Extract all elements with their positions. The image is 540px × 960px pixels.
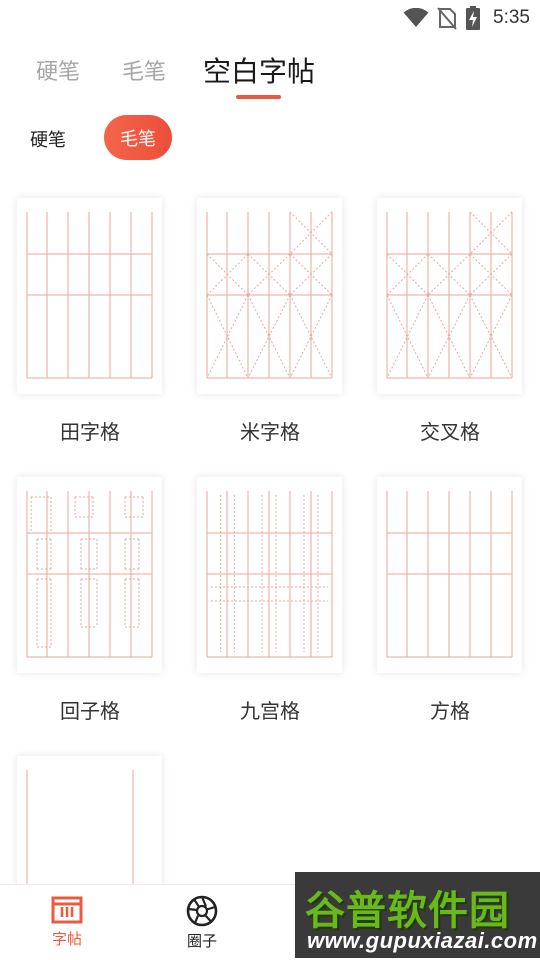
pen-type-filter: 硬笔 毛笔 (0, 115, 540, 161)
top-tabs: 硬笔 毛笔 空白字帖 (0, 48, 540, 104)
battery-charging-icon (466, 6, 481, 30)
grid-preview (206, 211, 333, 379)
grid-card-label: 米字格 (240, 420, 300, 444)
nav-copybook[interactable]: 字帖 (37, 895, 97, 949)
wifi-icon (403, 8, 429, 27)
copybook-icon (51, 896, 83, 924)
grid-card-jiaocha[interactable] (377, 198, 522, 394)
grid-card-fang[interactable] (377, 477, 522, 673)
grid-card-label: 回子格 (60, 699, 120, 723)
tab-blank-copybook[interactable]: 空白字帖 (203, 50, 315, 90)
active-tab-indicator (236, 95, 281, 99)
grid-card-label: 田字格 (60, 420, 120, 444)
nav-copybook-label: 字帖 (51, 930, 82, 948)
grid-preview (386, 211, 513, 379)
grid-card-tian[interactable] (17, 198, 162, 394)
status-bar: 5:35 (0, 0, 540, 36)
nav-circle-label: 圈子 (186, 932, 217, 950)
status-time: 5:35 (493, 7, 530, 28)
no-sim-icon (437, 7, 457, 30)
status-icons: 5:35 (403, 6, 530, 30)
grid-card-jiugong[interactable] (197, 477, 342, 673)
grid-card-mi[interactable] (197, 198, 342, 394)
aperture-icon (186, 895, 218, 927)
tab-brush[interactable]: 毛笔 (122, 54, 166, 86)
tab-hard-pen[interactable]: 硬笔 (36, 54, 80, 86)
watermark-url: www.gupuxiazai.com (307, 928, 538, 953)
grid-card-label: 方格 (430, 699, 470, 723)
grid-card-label: 九宫格 (240, 699, 300, 723)
grid-card-huizi[interactable] (17, 477, 162, 673)
filter-brush[interactable]: 毛笔 (104, 115, 172, 160)
grid-preview (386, 491, 513, 658)
grid-preview (26, 212, 153, 379)
filter-hard-pen[interactable]: 硬笔 (30, 126, 66, 152)
grid-preview (26, 491, 153, 658)
watermark: 谷普软件园 www.gupuxiazai.com (295, 872, 540, 958)
grid-preview (206, 491, 333, 658)
nav-circle[interactable]: 圈子 (172, 895, 232, 951)
grid-card-label: 交叉格 (420, 420, 480, 444)
